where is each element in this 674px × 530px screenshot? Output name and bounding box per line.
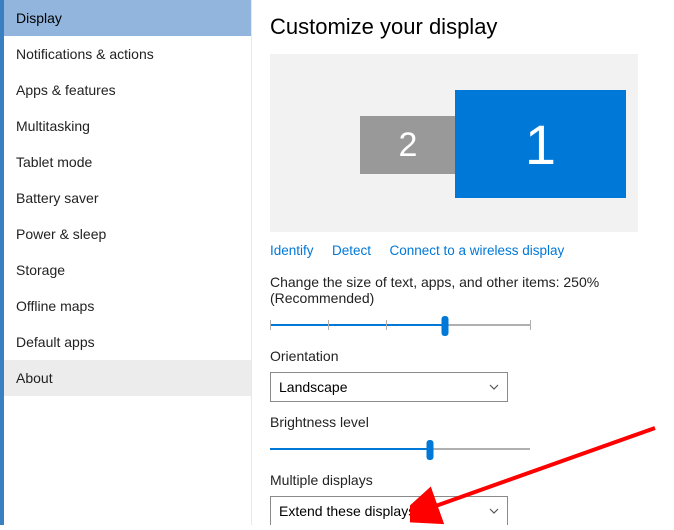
scaling-slider[interactable] xyxy=(270,314,530,338)
sidebar-item-about[interactable]: About xyxy=(4,360,251,396)
orientation-dropdown[interactable]: Landscape xyxy=(270,372,508,402)
chevron-down-icon xyxy=(489,506,499,516)
sidebar-item-power-sleep[interactable]: Power & sleep xyxy=(4,216,251,252)
chevron-down-icon xyxy=(489,382,499,392)
sidebar-item-multitasking[interactable]: Multitasking xyxy=(4,108,251,144)
sidebar-item-storage[interactable]: Storage xyxy=(4,252,251,288)
monitor-1[interactable]: 1 xyxy=(455,90,626,198)
detect-link[interactable]: Detect xyxy=(332,243,371,258)
multiple-displays-label: Multiple displays xyxy=(270,472,656,488)
page-title: Customize your display xyxy=(270,14,656,40)
multiple-displays-value: Extend these displays xyxy=(279,503,415,519)
sidebar-item-notifications[interactable]: Notifications & actions xyxy=(4,36,251,72)
sidebar-item-default-apps[interactable]: Default apps xyxy=(4,324,251,360)
scaling-slider-thumb[interactable] xyxy=(442,316,449,336)
sidebar-item-battery-saver[interactable]: Battery saver xyxy=(4,180,251,216)
monitor-2[interactable]: 2 xyxy=(360,116,456,174)
sidebar-item-offline-maps[interactable]: Offline maps xyxy=(4,288,251,324)
multiple-displays-dropdown[interactable]: Extend these displays xyxy=(270,496,508,525)
settings-sidebar: Display Notifications & actions Apps & f… xyxy=(0,0,252,525)
scaling-label: Change the size of text, apps, and other… xyxy=(270,274,656,306)
display-arrangement-preview[interactable]: 2 1 xyxy=(270,54,638,232)
sidebar-item-tablet-mode[interactable]: Tablet mode xyxy=(4,144,251,180)
brightness-label: Brightness level xyxy=(270,414,656,430)
display-links: Identify Detect Connect to a wireless di… xyxy=(270,242,656,260)
sidebar-item-display[interactable]: Display xyxy=(4,0,251,36)
orientation-value: Landscape xyxy=(279,379,348,395)
connect-wireless-link[interactable]: Connect to a wireless display xyxy=(389,243,564,258)
brightness-slider[interactable] xyxy=(270,438,530,462)
brightness-slider-thumb[interactable] xyxy=(427,440,434,460)
display-settings-panel: Customize your display 2 1 Identify Dete… xyxy=(252,0,674,525)
orientation-label: Orientation xyxy=(270,348,656,364)
identify-link[interactable]: Identify xyxy=(270,243,314,258)
sidebar-item-apps-features[interactable]: Apps & features xyxy=(4,72,251,108)
